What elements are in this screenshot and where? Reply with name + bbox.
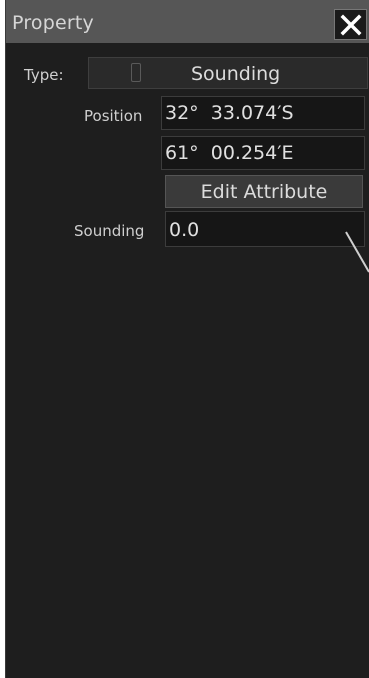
type-selector[interactable]: Sounding: [88, 57, 368, 89]
property-window: Property Type: Sounding Position 32° 33.…: [5, 0, 369, 678]
close-button[interactable]: [334, 9, 367, 40]
longitude-field[interactable]: 61° 00.254′E: [161, 136, 365, 170]
slider-handle-icon: [131, 63, 141, 82]
edit-attribute-button[interactable]: Edit Attribute: [165, 175, 363, 208]
position-label: Position: [84, 107, 143, 125]
sounding-field[interactable]: 0.0: [165, 211, 365, 247]
window-title: Property: [12, 12, 94, 34]
close-icon: [340, 14, 361, 35]
type-value: Sounding: [191, 63, 281, 85]
latitude-field[interactable]: 32° 33.074′S: [161, 96, 365, 130]
sounding-label: Sounding: [74, 222, 145, 240]
type-label: Type:: [24, 66, 64, 84]
titlebar: Property: [6, 0, 369, 43]
